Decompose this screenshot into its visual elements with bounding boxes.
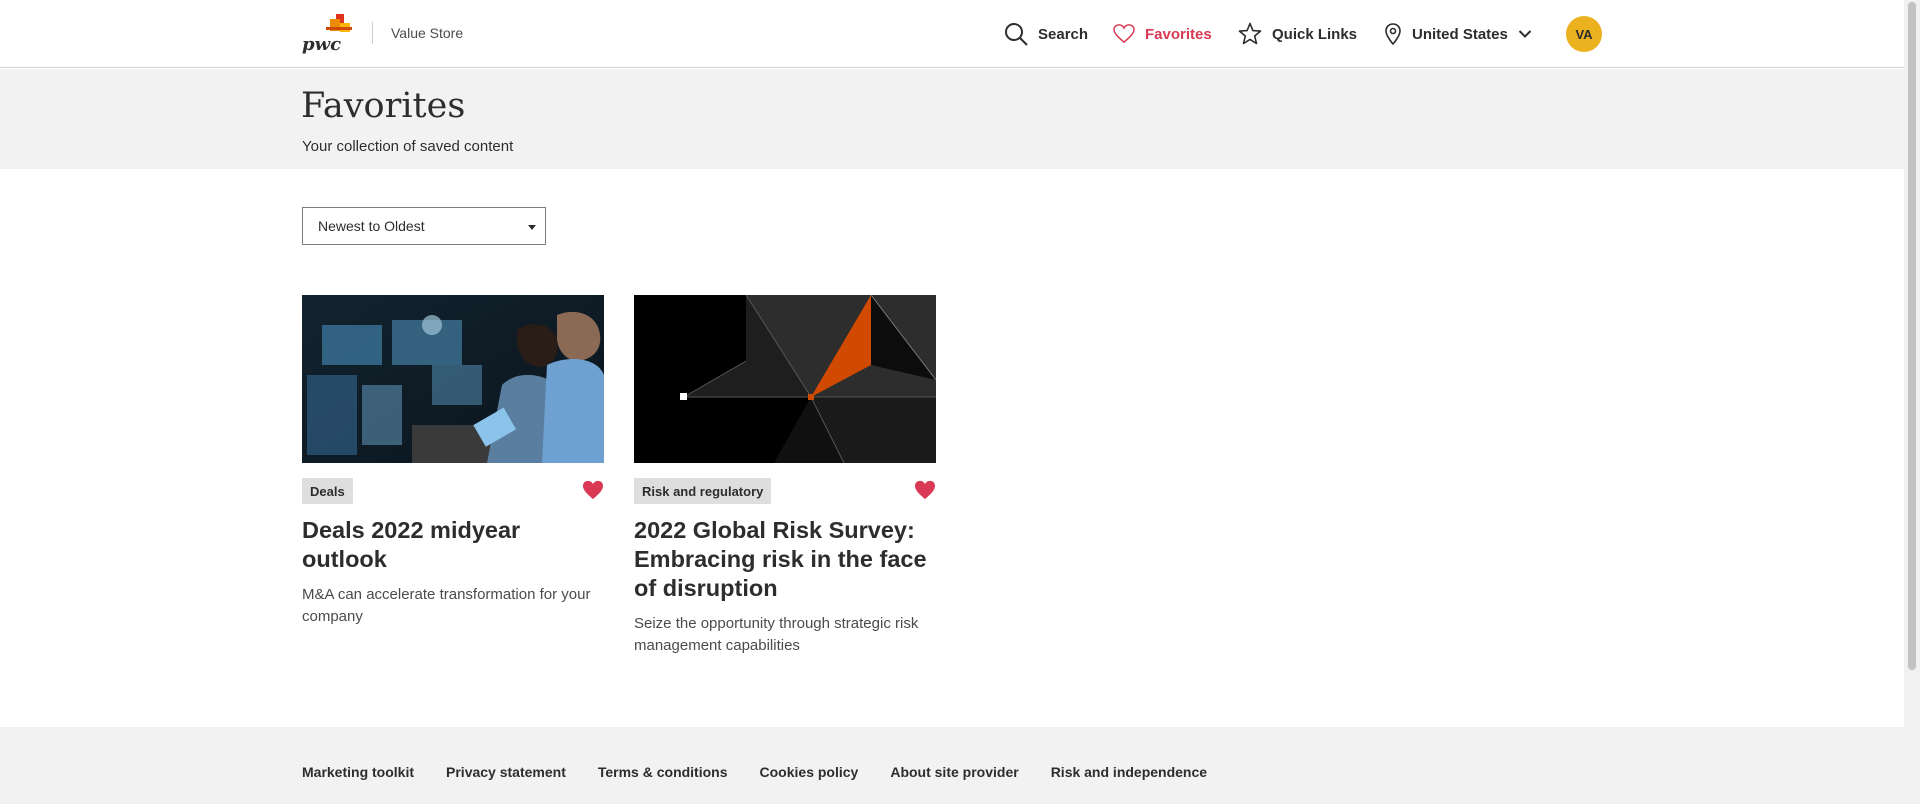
card-description: Seize the opportunity through strategic … xyxy=(634,615,919,654)
vertical-scrollbar[interactable] xyxy=(1904,0,1920,804)
nav-favorites-label: Favorites xyxy=(1145,25,1212,43)
nav-search[interactable]: Search xyxy=(1004,20,1088,48)
category-tag[interactable]: Deals xyxy=(302,478,353,504)
favorite-heart-icon[interactable] xyxy=(582,480,604,500)
card-meta: Deals xyxy=(302,478,604,506)
country-selector[interactable]: United States xyxy=(1384,20,1532,48)
card-image-geometric[interactable] xyxy=(634,295,936,463)
footer-link-cookies-policy[interactable]: Cookies policy xyxy=(760,764,859,780)
card-image-office[interactable] xyxy=(302,295,604,463)
card-title[interactable]: 2022 Global Risk Survey: Embracing risk … xyxy=(634,516,936,603)
site-header: pwc Value Store Search Favorites Quick L… xyxy=(0,0,1904,68)
caret-down-icon xyxy=(528,225,536,230)
nav-quick-links-label: Quick Links xyxy=(1272,25,1358,43)
svg-text:pwc: pwc xyxy=(302,34,341,54)
footer-links: Marketing toolkit Privacy statement Term… xyxy=(302,764,1207,780)
footer-link-risk-independence[interactable]: Risk and independence xyxy=(1051,764,1207,780)
sort-dropdown[interactable]: Newest to Oldest xyxy=(302,207,546,245)
card-meta: Risk and regulatory xyxy=(634,478,936,506)
country-label: United States xyxy=(1412,25,1508,43)
card-description: M&A can accelerate transformation for yo… xyxy=(302,586,591,625)
card-title[interactable]: Deals 2022 midyear outlook xyxy=(302,516,604,574)
footer-link-about-site-provider[interactable]: About site provider xyxy=(890,764,1018,780)
search-icon xyxy=(1004,22,1028,46)
scrollbar-thumb[interactable] xyxy=(1908,2,1916,670)
content-card[interactable]: Deals Deals 2022 midyear outlook M&A can… xyxy=(302,295,604,628)
chevron-down-icon xyxy=(1518,29,1532,39)
logo-divider xyxy=(372,22,373,44)
favorite-heart-icon[interactable] xyxy=(914,480,936,500)
site-footer: Marketing toolkit Privacy statement Term… xyxy=(0,727,1904,804)
footer-link-privacy-statement[interactable]: Privacy statement xyxy=(446,764,566,780)
location-pin-icon xyxy=(1384,23,1402,45)
nav-quick-links[interactable]: Quick Links xyxy=(1238,20,1357,48)
page-subtitle: Your collection of saved content xyxy=(302,138,514,155)
pwc-logo[interactable]: pwc xyxy=(302,14,354,55)
nav-favorites[interactable]: Favorites xyxy=(1113,20,1212,48)
category-tag[interactable]: Risk and regulatory xyxy=(634,478,772,504)
page-title: Favorites xyxy=(301,86,466,126)
heart-outline-icon xyxy=(1113,24,1135,44)
star-icon xyxy=(1238,22,1262,46)
footer-link-marketing-toolkit[interactable]: Marketing toolkit xyxy=(302,764,414,780)
user-avatar[interactable]: VA xyxy=(1566,16,1602,52)
nav-search-label: Search xyxy=(1038,25,1089,43)
page-header: Favorites Your collection of saved conte… xyxy=(0,69,1904,169)
footer-link-terms[interactable]: Terms & conditions xyxy=(598,764,728,780)
content-card[interactable]: Risk and regulatory 2022 Global Risk Sur… xyxy=(634,295,936,657)
sort-dropdown-value: Newest to Oldest xyxy=(318,218,425,234)
site-title[interactable]: Value Store xyxy=(391,25,463,41)
